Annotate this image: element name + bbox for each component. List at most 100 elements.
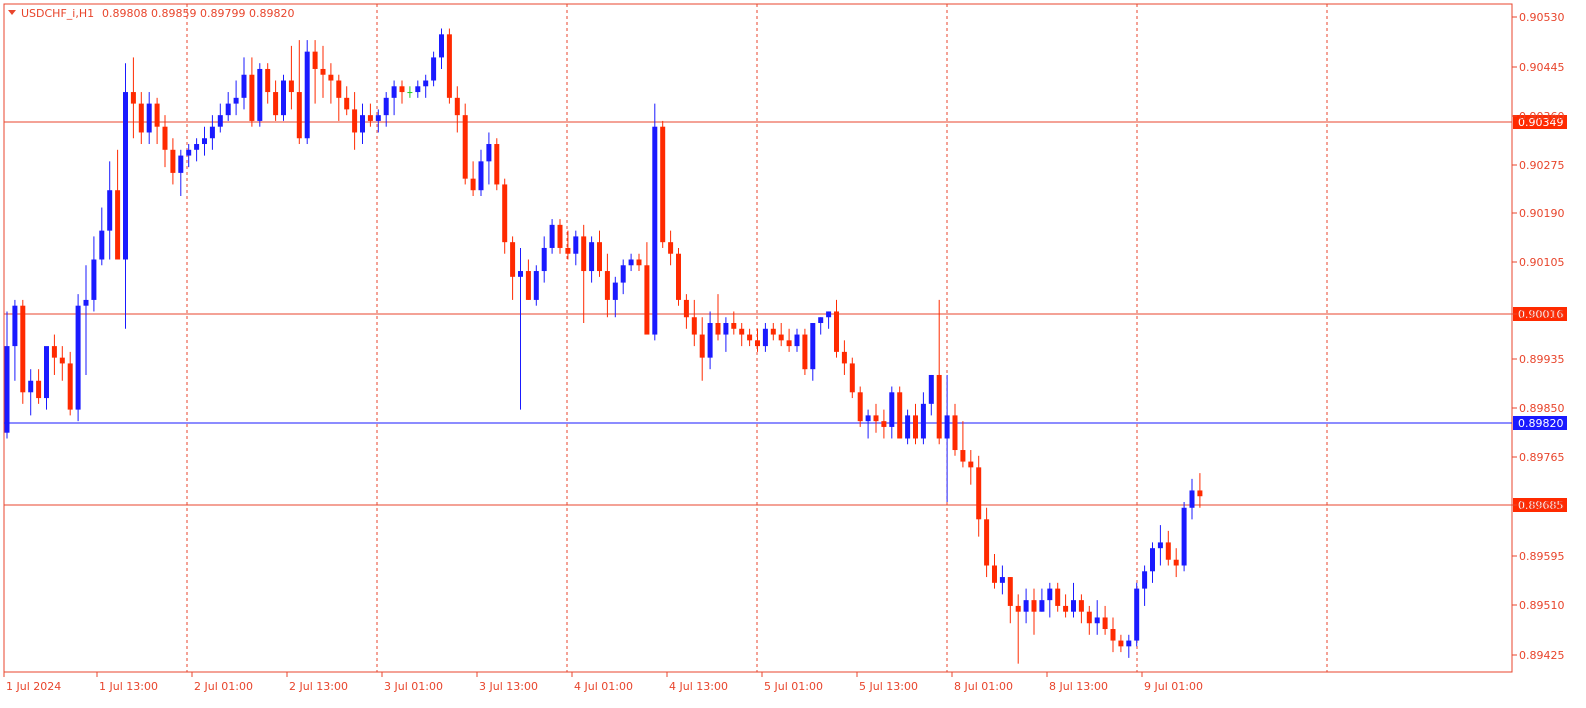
candle-body xyxy=(170,149,176,173)
y-tick-label: 0.90105 xyxy=(1519,256,1565,269)
y-tick-label: 0.89935 xyxy=(1519,353,1565,366)
candle-body xyxy=(1063,605,1069,612)
candle-body xyxy=(415,86,421,93)
candle-body xyxy=(130,92,136,104)
candle-body xyxy=(1142,571,1148,589)
candle-body xyxy=(209,126,215,139)
candle-body xyxy=(644,265,650,335)
y-tick-label: 0.90445 xyxy=(1519,61,1565,74)
candle-body xyxy=(486,144,492,162)
candle-body xyxy=(834,311,839,352)
candle-body xyxy=(1055,588,1061,606)
candle-body xyxy=(691,317,697,335)
candle-body xyxy=(391,86,397,98)
candle-body xyxy=(755,340,760,347)
x-tick-label: 9 Jul 01:00 xyxy=(1144,680,1203,693)
x-tick-label: 8 Jul 13:00 xyxy=(1049,680,1108,693)
candle-body xyxy=(138,103,144,133)
candle-body xyxy=(44,346,49,399)
x-tick-label: 5 Jul 13:00 xyxy=(859,680,918,693)
candle-body xyxy=(604,271,610,300)
candle-body xyxy=(525,271,531,300)
candle-body xyxy=(296,92,302,139)
candle-body xyxy=(273,92,279,116)
x-tick-label: 2 Jul 01:00 xyxy=(194,680,253,693)
candle-body xyxy=(984,519,990,566)
candle-body xyxy=(668,242,674,254)
candle-body xyxy=(20,305,26,393)
candle-body xyxy=(154,103,160,127)
candle-body xyxy=(533,271,539,300)
candle-body xyxy=(683,299,689,318)
candle-body xyxy=(328,74,334,81)
candle-body xyxy=(1173,559,1179,566)
candle-body xyxy=(636,259,642,266)
candle-body xyxy=(770,328,776,335)
candle-body xyxy=(660,126,666,243)
candle-body xyxy=(541,247,547,272)
candle-body xyxy=(1189,490,1195,508)
candle-body xyxy=(841,351,847,364)
candle-body xyxy=(241,74,247,98)
candle-body xyxy=(976,467,982,520)
candle-body xyxy=(612,282,618,300)
candle-body xyxy=(123,92,128,260)
candle-body xyxy=(581,236,587,272)
y-tick-label: 0.89425 xyxy=(1519,649,1565,662)
candle-body xyxy=(233,97,239,104)
x-tick-label: 4 Jul 01:00 xyxy=(574,680,633,693)
candle-body xyxy=(920,403,926,439)
candle-body xyxy=(960,450,966,462)
candle-body xyxy=(1150,548,1155,572)
candle-body xyxy=(676,253,681,300)
candle-body xyxy=(968,461,974,468)
candle-body xyxy=(849,363,855,393)
chart-header: USDCHF_i,H1 0.89808 0.89859 0.89799 0.89… xyxy=(8,7,294,20)
candle-body xyxy=(1047,588,1053,601)
candle-body xyxy=(336,80,342,98)
candle-body xyxy=(1094,617,1100,624)
candle-body xyxy=(4,346,10,433)
candle-body xyxy=(1157,542,1163,549)
candle-body xyxy=(12,305,18,347)
candle-body xyxy=(1078,600,1084,612)
y-tick-label: 0.89510 xyxy=(1519,599,1565,612)
candle-body xyxy=(936,374,942,439)
candle-body xyxy=(913,415,918,439)
candle-body xyxy=(59,357,65,364)
candle-body xyxy=(762,328,768,347)
candle-body xyxy=(470,178,476,191)
candle-body xyxy=(794,334,800,347)
candle-body xyxy=(597,242,602,272)
candle-body xyxy=(1134,588,1140,641)
candle-body xyxy=(344,97,350,110)
candle-body xyxy=(557,224,563,248)
candle-body xyxy=(628,259,634,266)
candle-body xyxy=(502,184,508,243)
candle-body xyxy=(549,224,555,248)
candle-body xyxy=(905,415,911,439)
candle-body xyxy=(1071,600,1076,612)
candle-body xyxy=(826,311,832,318)
candle-body xyxy=(312,51,318,69)
candle-body xyxy=(36,380,42,399)
candle-body xyxy=(194,144,200,150)
candle-body xyxy=(873,415,879,422)
candle-body xyxy=(1118,640,1124,647)
y-tick-label: 0.90360 xyxy=(1519,110,1565,123)
candle-body xyxy=(786,340,792,347)
candle-body xyxy=(589,242,595,272)
x-tick-label: 3 Jul 13:00 xyxy=(479,680,538,693)
candle-body xyxy=(1181,507,1187,566)
candle-body xyxy=(431,57,437,81)
candle-body xyxy=(1007,577,1013,606)
candle-body xyxy=(1102,617,1108,630)
candle-body xyxy=(265,68,271,93)
candle-body xyxy=(320,68,326,75)
candle-body xyxy=(1023,600,1029,612)
candle-body xyxy=(83,299,89,306)
x-tick-label: 4 Jul 13:00 xyxy=(669,680,728,693)
candle-body xyxy=(28,380,34,393)
candle-body xyxy=(1086,611,1092,624)
price-chart[interactable]: 0.903490.900160.896850.89820 0.905300.90… xyxy=(0,0,1586,708)
